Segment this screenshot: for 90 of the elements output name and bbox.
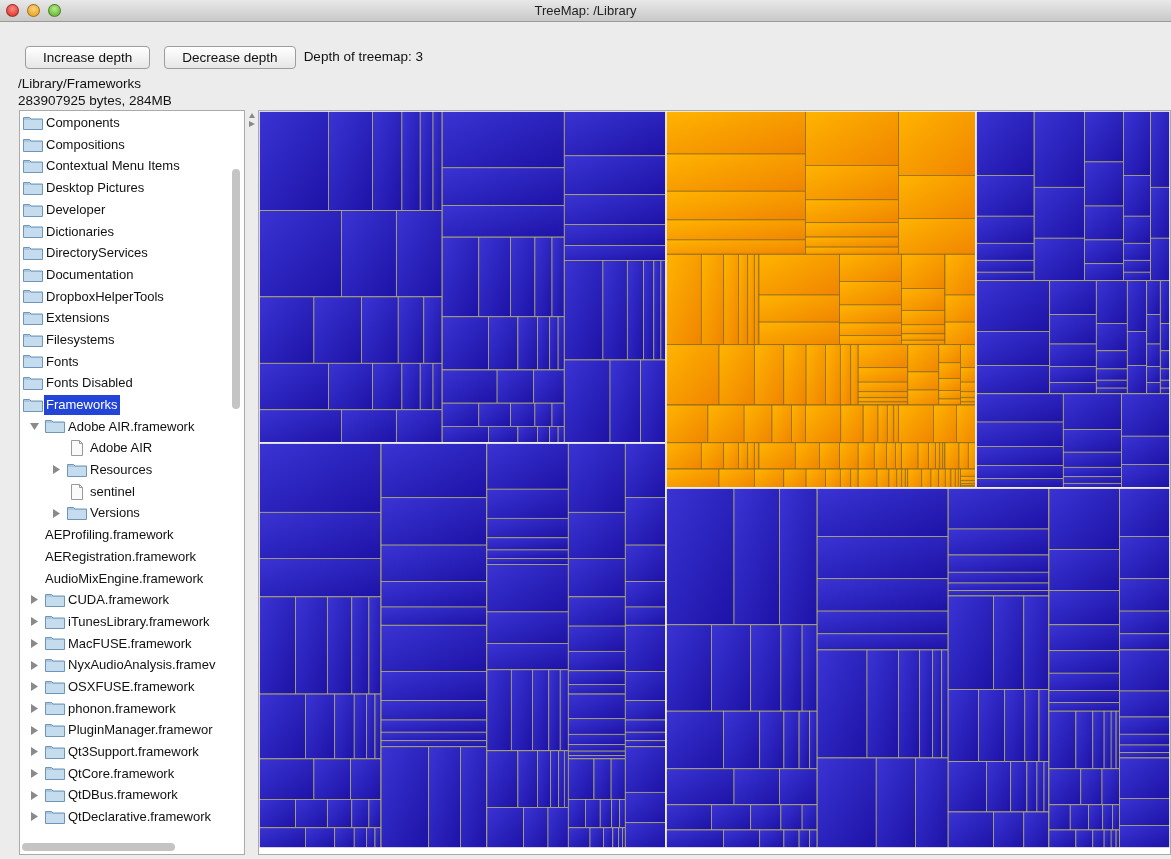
up-arrow-icon[interactable] [248,113,255,119]
scrollbar-thumb[interactable] [232,169,240,409]
folder-icon [23,354,43,369]
file-icon [69,483,85,500]
folder-icon [45,788,65,803]
collapsed-arrow-icon[interactable] [30,703,39,713]
collapsed-arrow-icon[interactable] [30,638,39,648]
tree-item[interactable]: Adobe AIR.framework [68,416,195,437]
folder-icon [45,744,65,759]
expanded-arrow-icon[interactable] [30,421,39,431]
collapsed-arrow-icon[interactable] [30,660,39,670]
tree-item[interactable]: Filesystems [46,329,115,350]
folder-icon [67,462,87,477]
folder-icon [67,506,87,521]
folder-icon [23,115,43,130]
tree-item[interactable]: Dictionaries [46,221,114,242]
folder-icon [23,267,43,282]
file-icon [69,440,85,457]
tree-item[interactable]: Adobe AIR [90,438,153,458]
tree-item[interactable]: DirectoryServices [46,243,148,263]
tree-item[interactable]: Versions [90,503,140,523]
window-title: TreeMap: /Library [534,1,637,20]
collapsed-arrow-icon[interactable] [30,747,39,757]
tree-item[interactable]: QtCore.framework [68,763,175,784]
tree-item[interactable]: Resources [90,460,153,480]
tree-item[interactable]: phonon.framework [68,698,176,719]
tree-item[interactable]: Contextual Menu Items [46,156,180,176]
depth-label: Depth of treemap: 3 [303,48,423,67]
zoom-button[interactable] [48,4,61,17]
folder-icon [45,419,65,434]
folder-icon [23,202,43,217]
folder-icon [23,311,43,326]
tree-item[interactable]: Documentation [46,264,134,285]
collapsed-arrow-icon[interactable] [52,508,61,518]
tree-item[interactable]: sentinel [90,481,135,502]
folder-icon [23,180,43,195]
tree-item[interactable]: Compositions [46,134,125,155]
collapsed-arrow-icon[interactable] [30,790,39,800]
folder-icon [45,723,65,738]
tree-item[interactable]: DropboxHelperTools [46,286,164,307]
folder-icon [45,614,65,629]
folder-icon [45,766,65,781]
tree-item[interactable]: NyxAudioAnalysis.framev [68,655,216,675]
tree-item[interactable]: Developer [46,199,106,220]
folder-icon [45,809,65,824]
tree-item[interactable]: MacFUSE.framework [68,633,192,654]
tree-item[interactable]: QtDBus.framework [68,785,178,805]
depth-button[interactable]: Increase depth [25,46,151,69]
tree-item[interactable]: PluginManager.framewor [68,720,213,740]
tree-item[interactable]: OSXFUSE.framework [68,676,195,697]
folder-icon [45,701,65,716]
folder-icon [23,397,43,412]
collapsed-arrow-icon[interactable] [30,812,39,822]
folder-icon [23,245,43,260]
tree-item[interactable]: CUDA.framework [68,590,170,610]
right-arrow-icon[interactable] [248,121,255,127]
tree-item[interactable]: Desktop Pictures [46,178,145,198]
collapsed-arrow-icon[interactable] [30,682,39,692]
tree-item[interactable]: Components [46,113,120,133]
collapsed-arrow-icon[interactable] [30,617,39,627]
minimize-button[interactable] [27,4,40,17]
depth-button[interactable]: Decrease depth [164,46,296,69]
tree-item[interactable]: QtDeclarative.framework [68,807,212,827]
scrollbar-thumb[interactable] [22,843,175,851]
tree-item[interactable]: AEProfiling.framework [45,525,174,545]
folder-icon [45,679,65,694]
folder-icon [23,332,43,347]
size-label: 283907925 bytes, 284MB [18,92,173,109]
path-label: /Library/Frameworks [18,75,143,92]
folder-icon [23,376,43,391]
close-button[interactable] [6,4,19,17]
tree-item[interactable]: AudioMixEngine.framework [45,568,204,589]
collapsed-arrow-icon[interactable] [30,768,39,778]
folder-icon [23,224,43,239]
tree-item[interactable]: Frameworks [44,395,120,415]
tree-item[interactable]: Qt3Support.framework [68,742,199,762]
collapsed-arrow-icon[interactable] [30,595,39,605]
tree-item[interactable]: Fonts Disabled [46,373,133,393]
folder-icon [45,592,65,607]
tree-item[interactable]: Fonts [46,351,79,372]
folder-icon [45,636,65,651]
folder-icon [23,289,43,304]
folder-icon [23,159,43,174]
collapsed-arrow-icon[interactable] [30,725,39,735]
tree-item[interactable]: AERegistration.framework [45,546,196,567]
tree-item[interactable]: Extensions [46,308,110,328]
folder-icon [23,137,43,152]
folder-icon [45,658,65,673]
collapsed-arrow-icon[interactable] [52,465,61,475]
tree-item[interactable]: iTunesLibrary.framework [68,611,210,632]
